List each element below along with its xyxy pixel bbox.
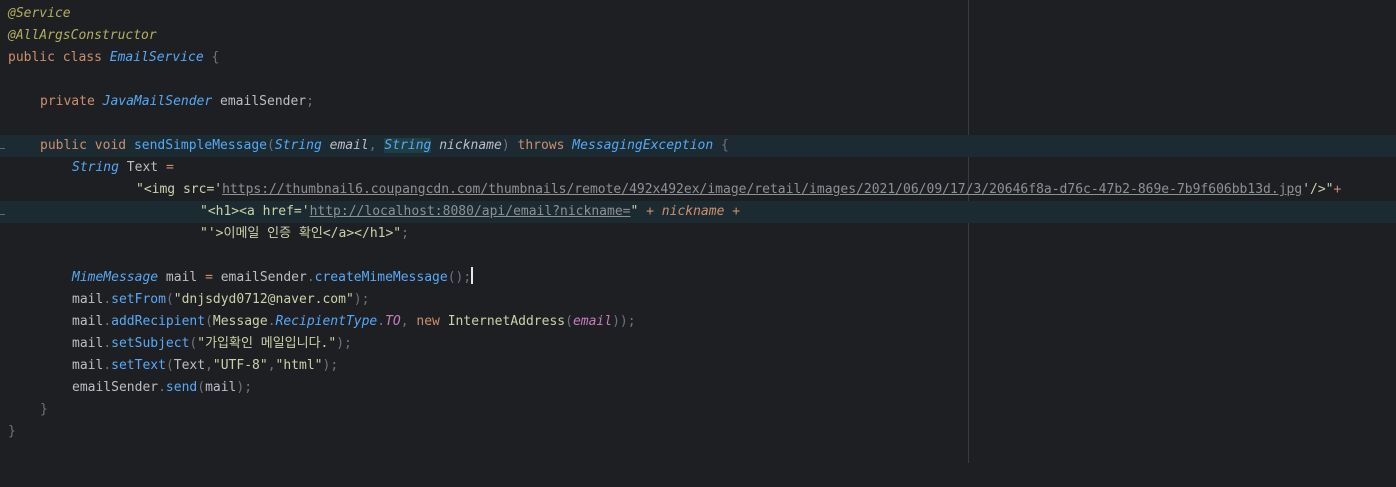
keyword-public: public [8, 50, 55, 65]
field-name: emailSender [220, 94, 307, 109]
method-close-brace: } [40, 402, 48, 417]
code-line-7[interactable]: public void sendSimpleMessage(String ema… [0, 135, 1396, 157]
code-line-16[interactable]: mail.setSubject("가입확인 메일입니다."); [0, 333, 1396, 355]
code-line-14[interactable]: mail.setFrom("dnjsdyd0712@naver.com"); [0, 289, 1396, 311]
code-line-10[interactable]: "<h1><a href='http://localhost:8080/api/… [0, 201, 1396, 223]
code-line-20[interactable]: } [0, 421, 1396, 443]
code-line-17[interactable]: mail.setText(Text,"UTF-8","html"); [0, 355, 1396, 377]
keyword-private: private [40, 94, 95, 109]
code-line-15[interactable]: mail.addRecipient(Message.RecipientType.… [0, 311, 1396, 333]
image-url-link[interactable]: https://thumbnail6.coupangcdn.com/thumbn… [222, 182, 1302, 197]
code-line-19[interactable]: } [0, 399, 1396, 421]
code-editor[interactable]: @Service @AllArgsConstructor public clas… [0, 0, 1396, 463]
text-caret [471, 267, 474, 284]
open-brace: { [211, 50, 220, 65]
code-line-18[interactable]: emailSender.send(mail); [0, 377, 1396, 399]
code-line-13[interactable]: MimeMessage mail = emailSender.createMim… [0, 267, 1396, 289]
gutter-fold-marker[interactable] [0, 148, 5, 149]
code-line-8[interactable]: String Text = [0, 157, 1396, 179]
annotation-allargs: @AllArgsConstructor [8, 28, 157, 43]
class-close-brace: } [8, 424, 16, 439]
localhost-url-link[interactable]: http://localhost:8080/api/email?nickname… [310, 204, 631, 219]
code-line-9[interactable]: "<img src='https://thumbnail6.coupangcdn… [0, 179, 1396, 201]
code-line-3[interactable]: public class EmailService { [0, 47, 1396, 69]
method-name: sendSimpleMessage [133, 138, 267, 153]
keyword-class: class [62, 50, 102, 65]
annotation-service: @Service [8, 6, 71, 21]
field-type: JavaMailSender [102, 94, 213, 109]
code-line-11[interactable]: "'>이메일 인증 확인</a></h1>"; [0, 223, 1396, 245]
code-line-1[interactable]: @Service [0, 3, 1396, 25]
gutter-fold-marker-2[interactable] [0, 214, 5, 215]
code-line-5[interactable]: private JavaMailSender emailSender; [0, 91, 1396, 113]
code-line-2[interactable]: @AllArgsConstructor [0, 25, 1396, 47]
class-name: EmailService [109, 50, 204, 65]
